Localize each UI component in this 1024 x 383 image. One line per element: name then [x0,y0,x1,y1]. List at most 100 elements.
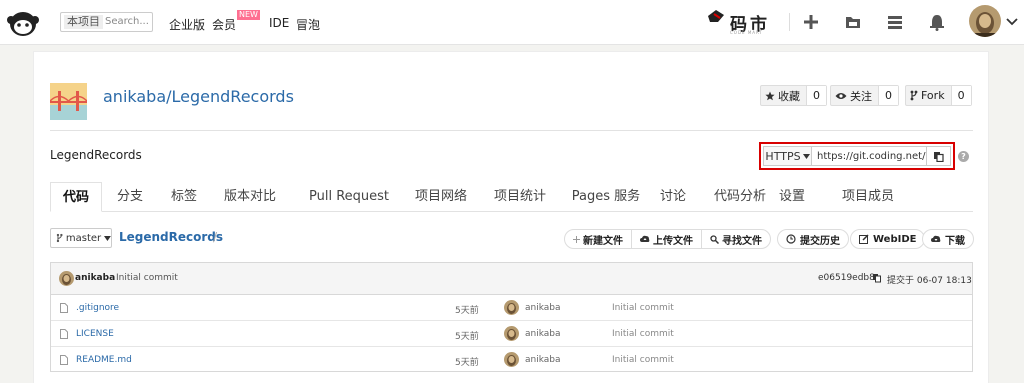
folder-icon[interactable] [843,12,863,32]
file-name[interactable]: LICENSE [76,329,114,339]
watch-count[interactable]: 0 [878,86,898,105]
tab-members[interactable]: 项目成员 [828,182,908,212]
plus-icon[interactable] [801,12,821,32]
tab-pages[interactable]: Pages 服务 [558,182,654,212]
new-file-button[interactable]: 新建文件 [564,229,632,249]
protocol-label: HTTPS [765,149,801,163]
file-author[interactable]: anikaba [525,355,561,365]
tab-branches[interactable]: 分支 [110,182,150,212]
file-icon [60,303,68,313]
tab-pull-request[interactable]: Pull Request [297,182,401,212]
webide-button[interactable]: WebIDE [850,229,926,249]
file-author-avatar[interactable] [504,326,519,341]
nav-bubble[interactable]: 冒泡 [296,16,320,33]
tab-network[interactable]: 项目网络 [401,182,481,212]
star-count[interactable]: 0 [806,86,826,105]
file-age: 5天前 [455,306,479,316]
avatar-image [504,352,519,367]
tab-discussion[interactable]: 讨论 [651,182,695,212]
file-table: anikaba Initial commit e06519edb8 提交于 06… [50,262,973,372]
chevron-down-icon[interactable] [1006,18,1018,26]
file-commit-message[interactable]: Initial commit [612,355,674,365]
tab-stats[interactable]: 项目统计 [480,182,560,212]
caret-down-icon [104,235,111,241]
file-author-avatar[interactable] [504,352,519,367]
clock-icon [786,234,796,244]
star-button[interactable]: 收藏 0 [760,85,827,106]
codemart-logo[interactable]: 码市 CODE MART [706,6,780,36]
branch-icon [56,233,63,243]
brand-subtext: CODE MART [730,30,763,35]
latest-commit-header: anikaba Initial commit e06519edb8 提交于 06… [51,263,972,295]
search-input[interactable]: Search... [105,16,149,27]
upload-file-button[interactable]: 上传文件 [631,229,702,249]
fork-label: Fork [921,89,945,102]
table-row: .gitignore 5天前 anikaba Initial commit [51,295,972,321]
breadcrumb-root[interactable]: LegendRecords [119,230,223,244]
download-label: 下载 [945,235,965,247]
avatar-image [59,271,74,286]
file-author-avatar[interactable] [504,300,519,315]
repo-title[interactable]: anikaba/LegendRecords [103,87,294,106]
copy-icon [934,151,944,162]
clone-url-group: HTTPS https://git.coding.net/anikaba/Leg… [763,146,951,166]
search-icon [710,234,719,244]
commit-history-button[interactable]: 提交历史 [777,229,849,249]
search-box[interactable]: 本项目 Search... [60,12,153,32]
repo-image [50,83,87,120]
find-file-button[interactable]: 寻找文件 [701,229,771,249]
file-icon [60,355,68,365]
bell-icon[interactable] [927,12,947,32]
file-age: 5天前 [455,358,479,368]
help-icon[interactable]: ? [958,151,969,162]
tab-compare[interactable]: 版本对比 [218,182,282,212]
file-author[interactable]: anikaba [525,303,561,313]
fork-label-wrap: Fork [906,86,951,105]
branch-select[interactable]: master [50,228,112,248]
monkey-logo-icon[interactable] [6,8,40,38]
commit-message[interactable]: Initial commit [116,273,178,283]
tab-settings[interactable]: 设置 [772,182,812,212]
edit-icon [859,234,869,244]
copy-icon[interactable] [872,273,882,283]
file-commit-message[interactable]: Initial commit [612,329,674,339]
webide-label: WebIDE [873,233,917,245]
search-scope[interactable]: 本项目 [64,15,103,29]
file-name[interactable]: README.md [76,355,132,365]
server-icon[interactable] [885,12,905,32]
top-nav: 本项目 Search... 企业版 会员 NEW IDE 冒泡 码市 CODE … [0,0,1024,45]
star-icon [765,91,775,100]
breadcrumb-separator: / [213,230,218,244]
fork-count[interactable]: 0 [950,86,971,105]
nav-divider [789,13,790,31]
file-actions: 新建文件 上传文件 寻找文件 [564,229,771,249]
new-badge: NEW [237,10,260,20]
fork-button[interactable]: Fork 0 [905,85,972,106]
avatar-image [969,5,1001,37]
repo-card: anikaba/LegendRecords 收藏 0 关注 0 Fork 0 L… [33,51,989,383]
star-label: 收藏 [778,89,800,103]
nav-ide[interactable]: IDE [269,16,289,30]
watch-button[interactable]: 关注 0 [830,85,899,106]
copy-url-button[interactable] [926,147,950,165]
protocol-select[interactable]: HTTPS [764,147,812,165]
file-commit-message[interactable]: Initial commit [612,303,674,313]
download-button[interactable]: 下载 [922,229,974,249]
nav-enterprise[interactable]: 企业版 [169,16,205,33]
commit-hash[interactable]: e06519edb8 [818,273,875,283]
find-file-label: 寻找文件 [722,235,762,247]
commit-author-avatar[interactable] [59,271,74,286]
clone-url-highlight: HTTPS https://git.coding.net/anikaba/Leg… [759,142,955,170]
commit-history-label: 提交历史 [800,235,840,247]
file-name[interactable]: .gitignore [76,303,119,313]
tab-tags[interactable]: 标签 [164,182,204,212]
clone-url-input[interactable]: https://git.coding.net/anikaba/LegendRec… [812,147,926,165]
nav-member[interactable]: 会员 [212,16,236,33]
file-author[interactable]: anikaba [525,329,561,339]
repo-description: LegendRecords [50,148,142,162]
eye-icon [835,92,847,99]
commit-author[interactable]: anikaba [75,273,115,283]
commit-date: 提交于 06-07 18:13 [887,276,972,286]
user-avatar[interactable] [969,5,1001,37]
tab-code[interactable]: 代码 [50,182,102,212]
